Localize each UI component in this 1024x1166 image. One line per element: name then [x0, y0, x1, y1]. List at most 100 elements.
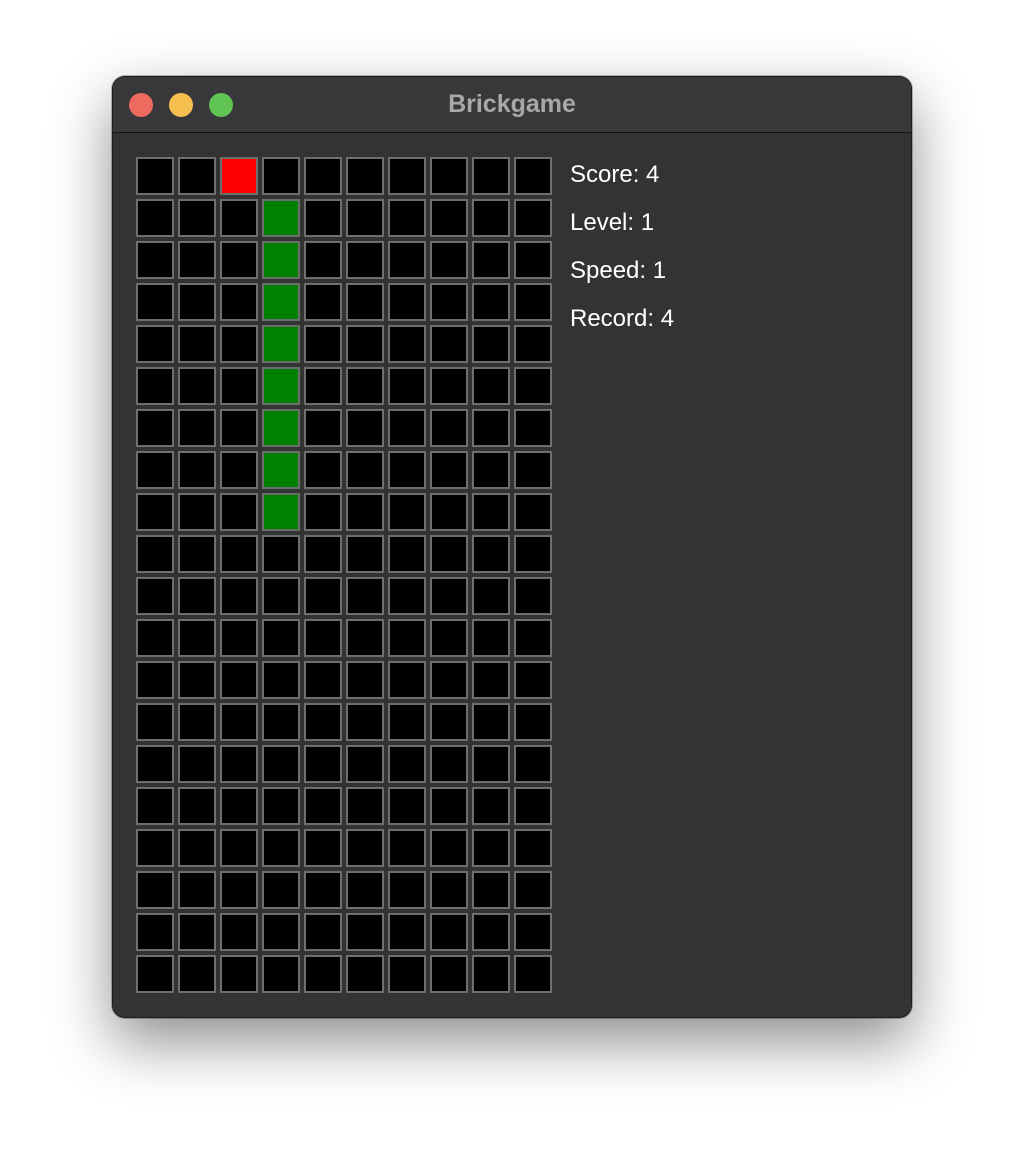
board-cell [136, 577, 174, 615]
board-cell [304, 955, 342, 993]
board-cell [472, 241, 510, 279]
board-cell [220, 199, 258, 237]
board-cell [346, 283, 384, 321]
board-cell [304, 367, 342, 405]
board-cell [430, 199, 468, 237]
board-cell [346, 745, 384, 783]
board-cell [178, 661, 216, 699]
board-cell [178, 619, 216, 657]
board-cell [220, 325, 258, 363]
board-cell [472, 367, 510, 405]
board-cell [178, 283, 216, 321]
board-cell [262, 577, 300, 615]
board-cell [178, 703, 216, 741]
board-cell [430, 661, 468, 699]
board-cell [220, 535, 258, 573]
board-cell [514, 577, 552, 615]
board-cell [472, 745, 510, 783]
board-cell [178, 241, 216, 279]
board-cell [136, 325, 174, 363]
score-label: Score: 4 [570, 161, 660, 188]
board-cell [262, 829, 300, 867]
record-label: Record: 4 [570, 305, 675, 332]
board-cell [304, 661, 342, 699]
board-cell [472, 157, 510, 195]
board-cell [262, 619, 300, 657]
board-cell [346, 409, 384, 447]
board-cell [514, 493, 552, 531]
board-cell [430, 703, 468, 741]
board-cell [304, 157, 342, 195]
board-cell [220, 913, 258, 951]
board-cell [346, 157, 384, 195]
stats-panel: Score: 4 Level: 1 Speed: 1 Record: 4 [570, 157, 674, 349]
board-cell [178, 787, 216, 825]
board-cell [304, 745, 342, 783]
title-bar: Brickgame [113, 77, 911, 133]
board-cell [472, 703, 510, 741]
snake-segment [262, 409, 300, 447]
board-cell [514, 955, 552, 993]
board-cell [136, 703, 174, 741]
board-cell [388, 493, 426, 531]
board-cell [472, 283, 510, 321]
board-cell [346, 493, 384, 531]
board-cell [220, 577, 258, 615]
board-cell [430, 619, 468, 657]
board-cell [178, 451, 216, 489]
board-cell [430, 787, 468, 825]
game-board [136, 157, 556, 997]
board-cell [472, 199, 510, 237]
board-cell [304, 199, 342, 237]
board-cell [136, 787, 174, 825]
board-cell [346, 871, 384, 909]
board-cell [472, 661, 510, 699]
board-cell [220, 241, 258, 279]
board-cell [430, 745, 468, 783]
board-cell [472, 871, 510, 909]
board-cell [514, 619, 552, 657]
board-cell [514, 325, 552, 363]
board-cell [388, 367, 426, 405]
board-cell [136, 199, 174, 237]
speed-label: Speed: 1 [570, 257, 667, 284]
board-cell [346, 703, 384, 741]
board-cell [388, 199, 426, 237]
board-cell [472, 619, 510, 657]
snake-segment [262, 199, 300, 237]
board-cell [136, 535, 174, 573]
board-cell [346, 535, 384, 573]
board-cell [220, 367, 258, 405]
board-cell [346, 955, 384, 993]
board-cell [388, 829, 426, 867]
board-cell [178, 409, 216, 447]
board-cell [514, 283, 552, 321]
board-cell [514, 745, 552, 783]
board-cell [388, 283, 426, 321]
board-cell [304, 451, 342, 489]
board-cell [178, 199, 216, 237]
board-cell [514, 409, 552, 447]
board-cell [304, 493, 342, 531]
board-cell [472, 493, 510, 531]
snake-segment [262, 283, 300, 321]
board-cell [388, 157, 426, 195]
board-cell [388, 451, 426, 489]
board-cell [346, 451, 384, 489]
board-cell [514, 871, 552, 909]
board-cell [304, 829, 342, 867]
board-cell [136, 283, 174, 321]
board-cell [472, 535, 510, 573]
board-cell [472, 955, 510, 993]
board-cell [220, 619, 258, 657]
board-cell [178, 913, 216, 951]
snake-segment [262, 451, 300, 489]
board-cell [430, 325, 468, 363]
board-cell [388, 409, 426, 447]
board-cell [304, 577, 342, 615]
board-cell [388, 913, 426, 951]
board-cell [514, 661, 552, 699]
board-cell [346, 661, 384, 699]
board-cell [514, 199, 552, 237]
board-cell [262, 745, 300, 783]
